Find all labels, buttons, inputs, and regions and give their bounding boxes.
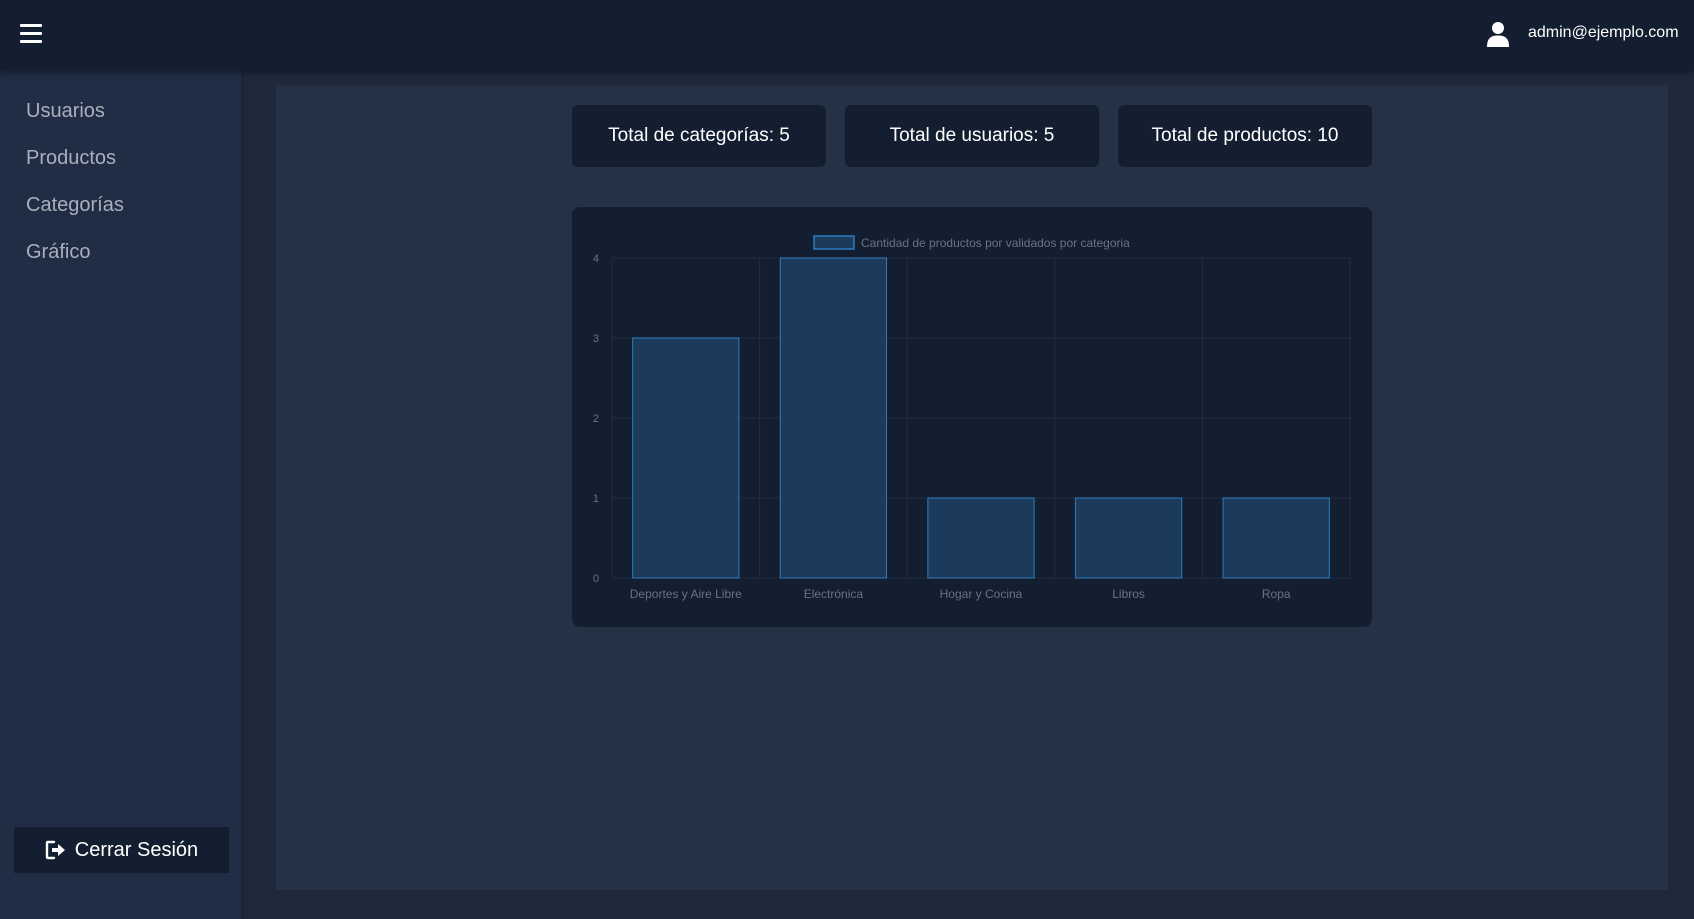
y-tick-label: 4 xyxy=(593,253,599,265)
logout-button[interactable]: Cerrar Sesión xyxy=(14,827,229,873)
y-tick-label: 1 xyxy=(593,493,599,505)
stat-card-users: Total de usuarios: 5 xyxy=(845,105,1099,167)
top-bar: admin@ejemplo.com xyxy=(0,0,1694,70)
sidebar-item-grafico[interactable]: Gráfico xyxy=(26,241,90,264)
sidebar-item-productos[interactable]: Productos xyxy=(26,147,116,170)
sign-out-icon xyxy=(45,840,65,860)
bar xyxy=(927,497,1035,579)
bar xyxy=(1222,497,1330,579)
y-tick-label: 2 xyxy=(593,413,599,425)
hamburger-menu-icon[interactable] xyxy=(20,24,42,44)
bar xyxy=(1074,497,1183,579)
sidebar: Usuarios Productos Categorías Gráfico Ce… xyxy=(0,70,244,919)
bar xyxy=(779,257,888,579)
stat-card-products: Total de productos: 10 xyxy=(1118,105,1372,167)
legend-label: Cantidad de productos por validados por … xyxy=(861,236,1130,250)
x-tick-label: Hogar y Cocina xyxy=(940,587,1023,601)
sidebar-item-categorias[interactable]: Categorías xyxy=(26,194,124,217)
stat-categories-text: Total de categorías: 5 xyxy=(608,125,790,146)
stat-users-text: Total de usuarios: 5 xyxy=(889,125,1055,146)
chart-panel: 0 1 2 3 4 Deportes y Aire Libre Electrónica Hog… xyxy=(572,207,1372,627)
y-tick-label: 3 xyxy=(593,333,599,345)
bar xyxy=(632,337,740,579)
user-email[interactable]: admin@ejemplo.com xyxy=(1528,24,1679,42)
sidebar-item-usuarios[interactable]: Usuarios xyxy=(26,100,105,123)
user-icon[interactable] xyxy=(1486,21,1510,47)
logout-label: Cerrar Sesión xyxy=(74,838,199,861)
x-tick-label: Ropa xyxy=(1262,587,1291,601)
y-tick-label: 0 xyxy=(593,573,599,585)
stat-card-categories: Total de categorías: 5 xyxy=(572,105,826,167)
legend-swatch xyxy=(813,235,855,250)
x-tick-label: Deportes y Aire Libre xyxy=(630,587,742,601)
x-tick-label: Libros xyxy=(1112,587,1145,601)
x-tick-label: Electrónica xyxy=(804,587,864,601)
stat-products-text: Total de productos: 10 xyxy=(1151,125,1339,146)
bar-chart: 0 1 2 3 4 Deportes y Aire Libre Electrónica Hog… xyxy=(593,235,1351,601)
